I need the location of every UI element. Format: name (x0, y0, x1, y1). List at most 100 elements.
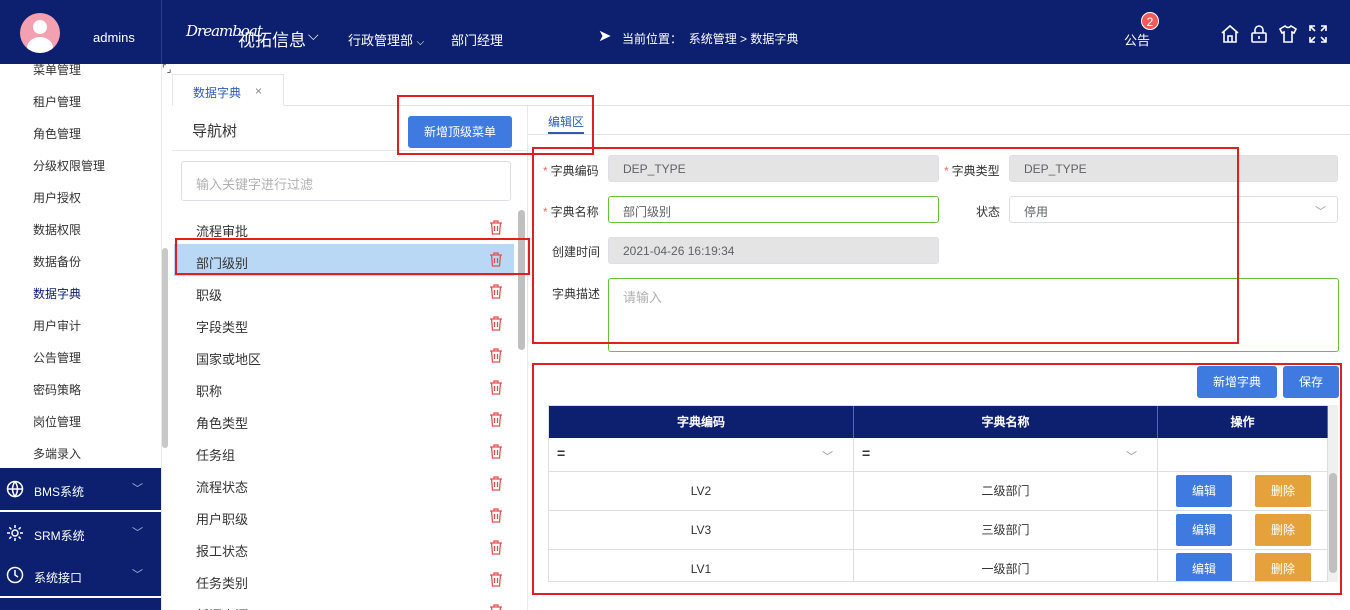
brand-name[interactable]: 视拓信息 (238, 26, 306, 51)
type-input[interactable]: DEP_TYPE (1009, 155, 1338, 182)
tree-title: 导航树 (192, 123, 238, 140)
table-scrollbar[interactable] (1328, 405, 1338, 582)
tree-scrollbar[interactable] (518, 210, 525, 350)
edit-button[interactable]: 编辑 (1176, 553, 1232, 581)
shirt-icon[interactable] (1278, 24, 1298, 44)
sidebar-item[interactable]: 数据备份 (33, 253, 81, 270)
edit-button[interactable]: 编辑 (1176, 475, 1232, 507)
sidebar-item-active[interactable]: 数据字典 (33, 285, 81, 302)
tree-item[interactable]: 流程审批 (174, 212, 514, 244)
tree-item-label: 部门级别 (196, 256, 249, 271)
fullscreen-icon[interactable] (1308, 24, 1328, 44)
tree-item[interactable]: 报工状态 (174, 532, 514, 564)
tree-item-label: 国家或地区 (196, 352, 262, 367)
chevron-down-icon: ﹀ (132, 527, 143, 539)
add-dict-button[interactable]: 新增字典 (1197, 366, 1277, 398)
username[interactable]: admins (93, 30, 135, 45)
globe-icon (6, 480, 24, 498)
delete-button[interactable]: 删除 (1255, 514, 1311, 546)
trash-icon[interactable] (488, 539, 504, 555)
tree-item[interactable]: 国家或地区 (174, 340, 514, 372)
tree-item[interactable]: 新闻来源 (174, 596, 514, 610)
name-filter[interactable]: = ﹀ (854, 438, 1158, 472)
sidebar-item[interactable]: 公告管理 (33, 349, 81, 366)
tree-item[interactable]: 职级 (174, 276, 514, 308)
sidebar-item[interactable]: 菜单管理 (33, 64, 81, 78)
sidebar-item[interactable]: 岗位管理 (33, 413, 81, 430)
tree-item[interactable]: 任务组 (174, 436, 514, 468)
lock-icon[interactable] (1249, 24, 1269, 44)
collapse-icon[interactable]: ⌜⌟ (162, 64, 171, 75)
tab-data-dictionary[interactable]: 数据字典 × (172, 74, 284, 106)
sidebar-item[interactable]: 分级权限管理 (33, 157, 105, 174)
tree-item-label: 职称 (196, 384, 223, 399)
trash-icon[interactable] (488, 283, 504, 299)
name-cell: 二级部门 (854, 472, 1158, 511)
trash-icon[interactable] (488, 603, 504, 610)
sidebar-item[interactable]: 数据权限 (33, 221, 81, 238)
trash-icon[interactable] (488, 475, 504, 491)
chevron-down-icon[interactable]: ⌵ (308, 27, 319, 44)
avatar[interactable] (20, 13, 60, 53)
location-arrow-icon: ➤ (598, 28, 612, 45)
name-input[interactable]: 部门级别 (608, 196, 939, 223)
sidebar-group-bms[interactable]: BMS系统 ﹀ (0, 468, 161, 510)
tree-item-label: 角色类型 (196, 416, 249, 431)
sidebar-item[interactable]: 多端录入 (33, 445, 81, 462)
trash-icon[interactable] (488, 379, 504, 395)
add-top-menu-button[interactable]: 新增顶级菜单 (408, 116, 512, 148)
sidebar-group-more[interactable] (0, 598, 161, 610)
tree-item-label: 任务组 (196, 448, 236, 463)
desc-textarea[interactable]: 请输入 (608, 278, 1339, 352)
tree-item[interactable]: 职称 (174, 372, 514, 404)
sidebar-item[interactable]: 角色管理 (33, 125, 81, 142)
sidebar-item[interactable]: 用户审计 (33, 317, 81, 334)
name-label: * 字典名称 (543, 205, 599, 219)
save-button[interactable]: 保存 (1283, 366, 1339, 398)
tree-item[interactable]: 字段类型 (174, 308, 514, 340)
tree-item-label: 职级 (196, 288, 223, 303)
sidebar-item[interactable]: 密码策略 (33, 381, 81, 398)
tree-item-label: 用户职级 (196, 512, 249, 527)
sidebar-item[interactable]: 用户授权 (33, 189, 81, 206)
trash-icon[interactable] (488, 251, 504, 267)
sidebar-group-interface[interactable]: 系统接口 ﹀ (0, 554, 161, 596)
nav-department[interactable]: 行政管理部 ⌵ (348, 30, 424, 49)
trash-icon[interactable] (488, 443, 504, 459)
status-select[interactable]: 停用 (1009, 196, 1338, 223)
tree-item[interactable]: 角色类型 (174, 404, 514, 436)
tab-edit-area[interactable]: 编辑区 (548, 113, 584, 130)
sidebar-group-srm[interactable]: SRM系统 ﹀ (0, 512, 161, 554)
chevron-down-icon: ﹀ (822, 451, 833, 463)
close-icon[interactable]: × (255, 84, 262, 98)
code-filter[interactable]: = ﹀ (549, 438, 854, 472)
delete-button[interactable]: 删除 (1255, 475, 1311, 507)
notice-link[interactable]: 公告 (1124, 30, 1150, 49)
trash-icon[interactable] (488, 219, 504, 235)
tree-item[interactable]: 用户职级 (174, 500, 514, 532)
divider (172, 150, 528, 151)
column-header: 字典编码 (549, 406, 854, 438)
trash-icon[interactable] (488, 411, 504, 427)
clock-icon (6, 566, 24, 584)
trash-icon[interactable] (488, 347, 504, 363)
chevron-down-icon: ﹀ (132, 569, 143, 581)
nav-role[interactable]: 部门经理 (451, 30, 503, 49)
delete-button[interactable]: 删除 (1255, 553, 1311, 581)
sidebar-scrollbar[interactable] (162, 248, 168, 448)
code-input[interactable]: DEP_TYPE (608, 155, 939, 182)
sidebar-item[interactable]: 租户管理 (33, 93, 81, 110)
table-header: 字典编码 字典名称 操作 (549, 406, 1337, 438)
trash-icon[interactable] (488, 571, 504, 587)
notice-badge: 2 (1141, 12, 1159, 30)
home-icon[interactable] (1220, 24, 1240, 44)
created-input[interactable]: 2021-04-26 16:19:34 (608, 237, 939, 264)
edit-button[interactable]: 编辑 (1176, 514, 1232, 546)
tree-item[interactable]: 部门级别 (174, 244, 514, 276)
trash-icon[interactable] (488, 507, 504, 523)
tree-item[interactable]: 任务类别 (174, 564, 514, 596)
tree-filter-input[interactable]: 输入关键字进行过滤 (181, 161, 511, 201)
tree-item[interactable]: 流程状态 (174, 468, 514, 500)
action-cell: 编辑 删除 (1158, 472, 1328, 511)
trash-icon[interactable] (488, 315, 504, 331)
